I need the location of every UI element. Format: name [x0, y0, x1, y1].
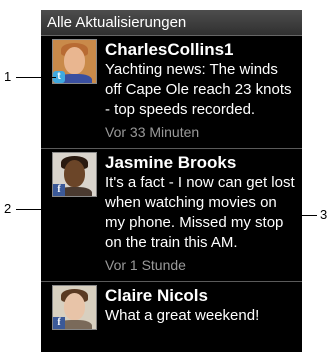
- feed-item-charles[interactable]: t CharlesCollins1 Yachting news: The win…: [41, 36, 302, 149]
- avatar-face: [64, 160, 85, 187]
- contact-name: Claire Nicols: [105, 286, 208, 305]
- facebook-icon: f: [53, 317, 65, 329]
- avatar-face: [64, 47, 85, 74]
- status-text: It's a fact - I now can get lost when wa…: [105, 174, 295, 251]
- status-text: What a great weekend!: [105, 307, 260, 324]
- avatar[interactable]: f: [52, 152, 97, 197]
- timestamp: Vor 1 Stunde: [105, 257, 186, 273]
- callout-line: [16, 77, 56, 78]
- callout-number: 3: [320, 207, 328, 222]
- contact-name: CharlesCollins1: [105, 40, 234, 59]
- facebook-icon: f: [53, 184, 65, 196]
- avatar-face: [64, 293, 85, 320]
- callout-number: 1: [4, 69, 12, 84]
- feed-item-claire[interactable]: f Claire Nicols What a great weekend!: [41, 282, 302, 332]
- callout-number: 2: [4, 201, 12, 216]
- status-text: Yachting news: The winds off Cape Ole re…: [105, 61, 292, 118]
- contact-name: Jasmine Brooks: [105, 153, 237, 172]
- phone-screen: Alle Aktualisierungen t CharlesCollins1 …: [41, 10, 302, 352]
- avatar[interactable]: t: [52, 39, 97, 84]
- callout-line: [287, 215, 317, 216]
- feed-item-jasmine[interactable]: f Jasmine Brooks It's a fact - I now can…: [41, 149, 302, 282]
- timestamp: Vor 33 Minuten: [105, 124, 200, 140]
- page-title: Alle Aktualisierungen: [47, 14, 187, 31]
- avatar[interactable]: f: [52, 285, 97, 330]
- header-bar: Alle Aktualisierungen: [41, 10, 302, 36]
- update-feed[interactable]: t CharlesCollins1 Yachting news: The win…: [41, 36, 302, 332]
- callout-line: [16, 209, 56, 210]
